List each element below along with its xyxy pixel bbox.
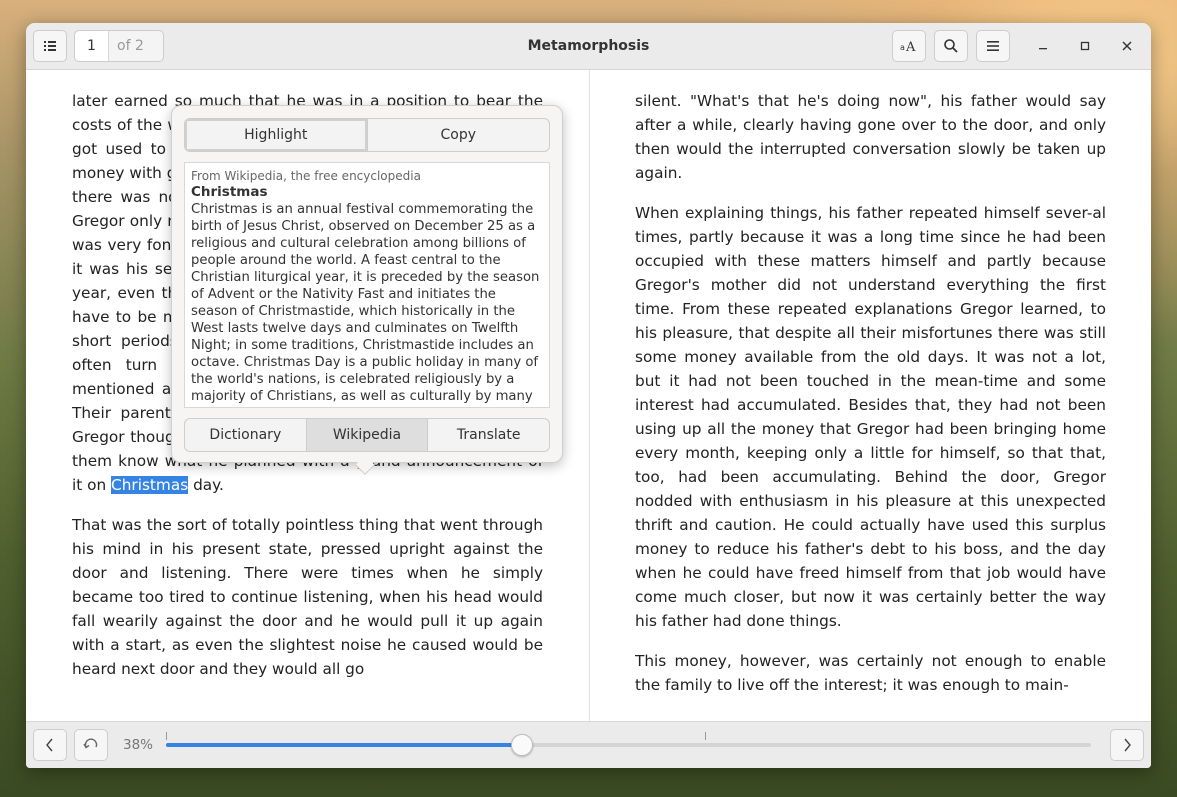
svg-text:A: A (905, 40, 916, 54)
sidebar-toggle-button[interactable] (33, 30, 67, 62)
progress-slider[interactable] (166, 743, 1091, 747)
reader-window: 1 of 2 Metamorphosis a A (26, 23, 1151, 768)
progress-slider-handle[interactable] (511, 734, 533, 756)
selection-popover: Highlight Copy From Wikipedia, the free … (171, 105, 563, 463)
undo-icon (83, 737, 99, 753)
right-paragraph-2: When explaining things, his father repea… (635, 201, 1106, 633)
maximize-icon (1079, 40, 1091, 52)
navigation-bar: 38% (26, 721, 1151, 768)
wiki-body: Christmas is an annual festival commemor… (191, 201, 543, 408)
left-paragraph-2: That was the sort of totally pointless t… (72, 513, 543, 681)
selected-word[interactable]: Christmas (111, 476, 188, 494)
tab-dictionary[interactable]: Dictionary (185, 419, 307, 451)
svg-text:a: a (900, 43, 905, 52)
right-page: silent. "What's that he's doing now", hi… (635, 89, 1106, 721)
search-icon (943, 38, 959, 54)
close-button[interactable] (1114, 33, 1140, 59)
minimize-button[interactable] (1030, 33, 1056, 59)
main-menu-button[interactable] (976, 30, 1010, 62)
next-page-button[interactable] (1110, 729, 1144, 761)
wiki-source: From Wikipedia, the free encyclopedia (191, 168, 543, 184)
copy-button[interactable]: Copy (368, 119, 550, 151)
close-icon (1121, 40, 1133, 52)
progress-percent: 38% (123, 722, 153, 768)
back-icon (44, 737, 56, 753)
page-number-input[interactable]: 1 (75, 31, 109, 61)
progress-fill (166, 743, 522, 747)
sidebar-toggle-icon (42, 38, 58, 54)
go-back-button[interactable] (74, 729, 108, 761)
tab-wikipedia[interactable]: Wikipedia (307, 419, 429, 451)
book-content: later earned so much that he was in a po… (26, 70, 1151, 721)
page-navigator: 1 of 2 (74, 30, 164, 62)
search-button[interactable] (934, 30, 968, 62)
previous-page-button[interactable] (33, 729, 67, 761)
wikipedia-panel[interactable]: From Wikipedia, the free encyclopedia Ch… (184, 162, 550, 408)
page-total-label: of 2 (109, 38, 144, 54)
header-bar: 1 of 2 Metamorphosis a A (26, 23, 1151, 70)
text-style-button[interactable]: a A (892, 30, 926, 62)
selection-actions: Highlight Copy (184, 118, 550, 152)
highlight-button[interactable]: Highlight (185, 119, 368, 151)
left-paragraph-1-tail: day. (193, 476, 224, 494)
chapter-marker (166, 732, 167, 740)
page-divider (589, 70, 590, 721)
hamburger-menu-icon (986, 39, 1000, 53)
wiki-heading: Christmas (191, 184, 543, 201)
chapter-marker (705, 732, 706, 740)
text-style-icon: a A (900, 38, 918, 54)
right-paragraph-3: This money, however, was certainly not e… (635, 649, 1106, 697)
maximize-button[interactable] (1072, 33, 1098, 59)
minimize-icon (1037, 40, 1049, 52)
right-paragraph-1: silent. "What's that he's doing now", hi… (635, 89, 1106, 185)
lookup-tabs: Dictionary Wikipedia Translate (184, 418, 550, 452)
tab-translate[interactable]: Translate (428, 419, 549, 451)
forward-icon (1121, 737, 1133, 753)
